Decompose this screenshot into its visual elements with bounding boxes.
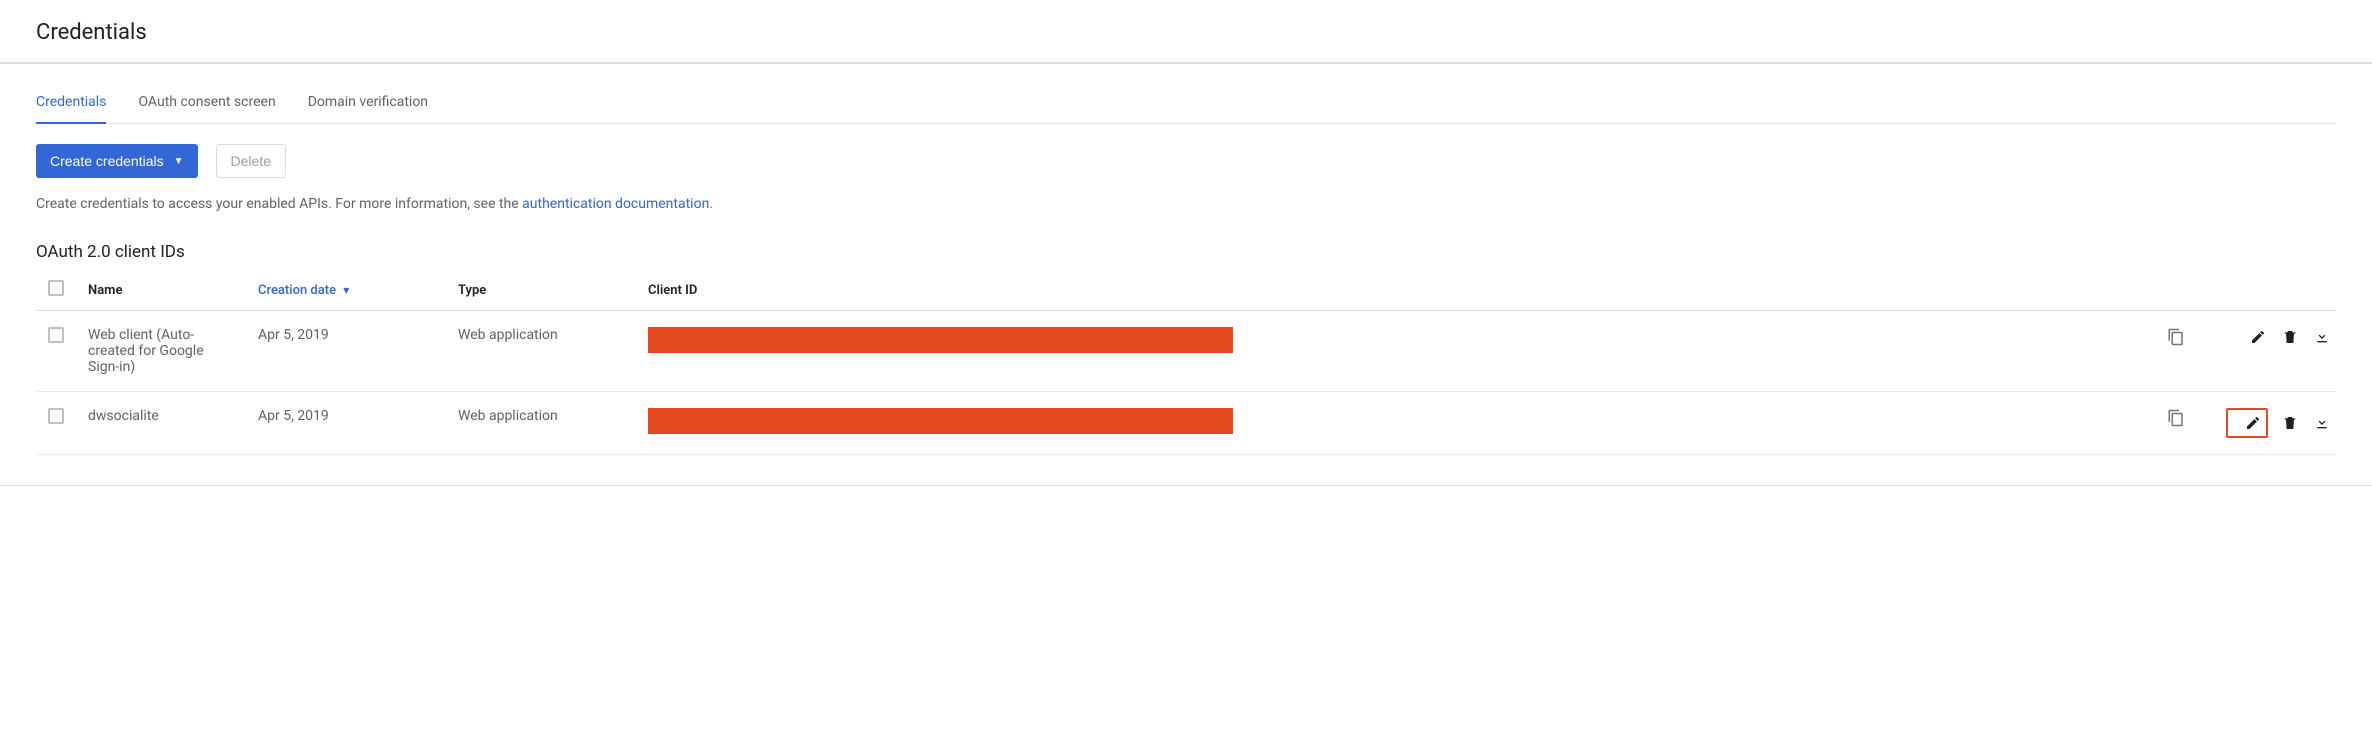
cell-type: Web application bbox=[446, 392, 636, 455]
cell-creation-date: Apr 5, 2019 bbox=[246, 311, 446, 392]
tabs: Credentials OAuth consent screen Domain … bbox=[36, 82, 2336, 124]
cell-type: Web application bbox=[446, 311, 636, 392]
client-id-redacted bbox=[648, 408, 1233, 434]
info-text-post: . bbox=[709, 196, 713, 212]
cell-creation-date: Apr 5, 2019 bbox=[246, 392, 446, 455]
cell-client-id bbox=[636, 392, 2136, 455]
page-title: Credentials bbox=[36, 0, 2336, 62]
tab-credentials[interactable]: Credentials bbox=[36, 82, 106, 123]
table-row: Web client (Auto-created for Google Sign… bbox=[36, 311, 2336, 392]
tab-domain-verification[interactable]: Domain verification bbox=[308, 82, 428, 123]
row-checkbox[interactable] bbox=[48, 408, 64, 424]
copy-icon[interactable] bbox=[2166, 408, 2186, 428]
info-text: Create credentials to access your enable… bbox=[36, 196, 2336, 212]
col-creation-date[interactable]: Creation date ▾ bbox=[246, 270, 446, 311]
client-id-redacted bbox=[648, 327, 1233, 353]
copy-icon[interactable] bbox=[2166, 327, 2186, 347]
col-type[interactable]: Type bbox=[446, 270, 636, 311]
download-icon[interactable] bbox=[2312, 327, 2332, 347]
auth-doc-link[interactable]: authentication documentation bbox=[522, 196, 709, 212]
chevron-down-icon: ▾ bbox=[343, 283, 349, 297]
row-checkbox[interactable] bbox=[48, 327, 64, 343]
create-credentials-button[interactable]: Create credentials ▼ bbox=[36, 144, 198, 178]
create-credentials-label: Create credentials bbox=[50, 153, 164, 169]
pencil-icon[interactable] bbox=[2248, 327, 2268, 347]
caret-down-icon: ▼ bbox=[174, 156, 184, 167]
trash-icon[interactable] bbox=[2280, 327, 2300, 347]
info-text-pre: Create credentials to access your enable… bbox=[36, 196, 522, 212]
col-creation-date-label: Creation date bbox=[258, 283, 336, 298]
trash-icon[interactable] bbox=[2280, 413, 2300, 433]
cell-client-id bbox=[636, 311, 2136, 392]
col-name[interactable]: Name bbox=[76, 270, 246, 311]
download-icon[interactable] bbox=[2312, 413, 2332, 433]
cell-name[interactable]: Web client (Auto-created for Google Sign… bbox=[76, 311, 246, 392]
pencil-icon[interactable] bbox=[2243, 413, 2263, 433]
oauth-clients-table: Name Creation date ▾ Type Client ID Web … bbox=[36, 270, 2336, 455]
col-client-id[interactable]: Client ID bbox=[636, 270, 2136, 311]
edit-button-highlight[interactable] bbox=[2226, 408, 2268, 438]
tab-oauth-consent[interactable]: OAuth consent screen bbox=[138, 82, 275, 123]
section-title: OAuth 2.0 client IDs bbox=[36, 242, 2336, 262]
cell-name[interactable]: dwsocialite bbox=[76, 392, 246, 455]
delete-button[interactable]: Delete bbox=[216, 144, 286, 178]
table-row: dwsocialiteApr 5, 2019Web application bbox=[36, 392, 2336, 455]
select-all-checkbox[interactable] bbox=[48, 280, 64, 296]
